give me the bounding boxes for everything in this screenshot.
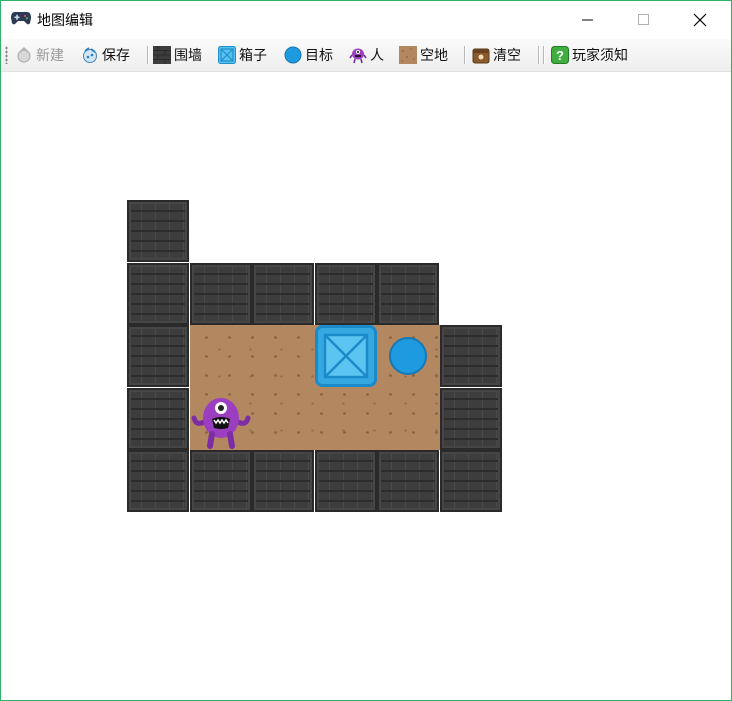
box-icon [218, 46, 236, 64]
floor-icon [399, 46, 417, 64]
help-label: 玩家须知 [572, 48, 628, 64]
wall-icon [153, 46, 171, 64]
svg-text:?: ? [556, 48, 564, 63]
wall-tile[interactable] [315, 263, 377, 325]
wall-tile[interactable] [440, 388, 502, 450]
minimize-button[interactable] [565, 1, 611, 39]
new-map-icon [17, 46, 31, 63]
wall-tile[interactable] [252, 263, 314, 325]
maximize-icon [638, 14, 649, 25]
target-spot[interactable] [377, 325, 439, 387]
wall-label: 围墙 [174, 48, 202, 64]
close-button[interactable] [677, 1, 723, 39]
new-label: 新建 [36, 48, 64, 64]
person-tool-button[interactable]: 人 [349, 43, 384, 67]
save-button[interactable]: 保存 [81, 43, 130, 67]
clear-button[interactable]: 清空 [472, 43, 521, 67]
floor-label: 空地 [420, 48, 448, 64]
wall-tool-button[interactable]: 围墙 [153, 43, 202, 67]
map-editor-window: 地图编辑 新建 保存 围墙 箱子 目标 人 空地 清空 ? 玩家须知 [0, 0, 732, 701]
person-icon [349, 48, 367, 64]
toolbar-separator [538, 46, 540, 64]
clear-label: 清空 [493, 48, 521, 64]
new-button[interactable]: 新建 [15, 43, 64, 67]
wall-tile[interactable] [127, 263, 189, 325]
box-tile[interactable] [315, 325, 377, 387]
maximize-button[interactable] [621, 1, 667, 39]
wall-tile[interactable] [127, 388, 189, 450]
window-title: 地图编辑 [37, 13, 93, 29]
target-icon [284, 46, 302, 64]
save-label: 保存 [102, 48, 130, 64]
toolbar-separator [543, 46, 545, 64]
wall-tile[interactable] [190, 263, 252, 325]
gamepad-icon [11, 12, 31, 25]
target-tool-button[interactable]: 目标 [284, 43, 333, 67]
target-label: 目标 [305, 48, 333, 64]
toolbar-grip[interactable] [5, 46, 8, 64]
box-tool-button[interactable]: 箱子 [218, 43, 267, 67]
person-label: 人 [370, 48, 384, 64]
wall-tile[interactable] [127, 200, 189, 262]
title-bar: 地图编辑 [1, 1, 731, 39]
wall-tile[interactable] [127, 325, 189, 387]
toolbar: 新建 保存 围墙 箱子 目标 人 空地 清空 ? 玩家须知 [1, 39, 731, 72]
save-icon [83, 47, 97, 63]
wall-tile[interactable] [190, 450, 252, 512]
close-icon [693, 13, 707, 27]
minimize-icon [582, 19, 593, 21]
floor-tool-button[interactable]: 空地 [399, 43, 448, 67]
toolbar-separator [147, 46, 149, 64]
toolbar-separator [464, 46, 466, 64]
wall-tile[interactable] [440, 325, 502, 387]
player-character[interactable] [190, 388, 252, 450]
box-label: 箱子 [239, 48, 267, 64]
help-button[interactable]: ? 玩家须知 [551, 43, 628, 67]
wall-tile[interactable] [377, 450, 439, 512]
clear-icon [472, 48, 490, 64]
wall-tile[interactable] [252, 450, 314, 512]
wall-tile[interactable] [440, 450, 502, 512]
wall-tile[interactable] [377, 263, 439, 325]
wall-tile[interactable] [127, 450, 189, 512]
help-icon: ? [551, 46, 569, 64]
wall-tile[interactable] [315, 450, 377, 512]
